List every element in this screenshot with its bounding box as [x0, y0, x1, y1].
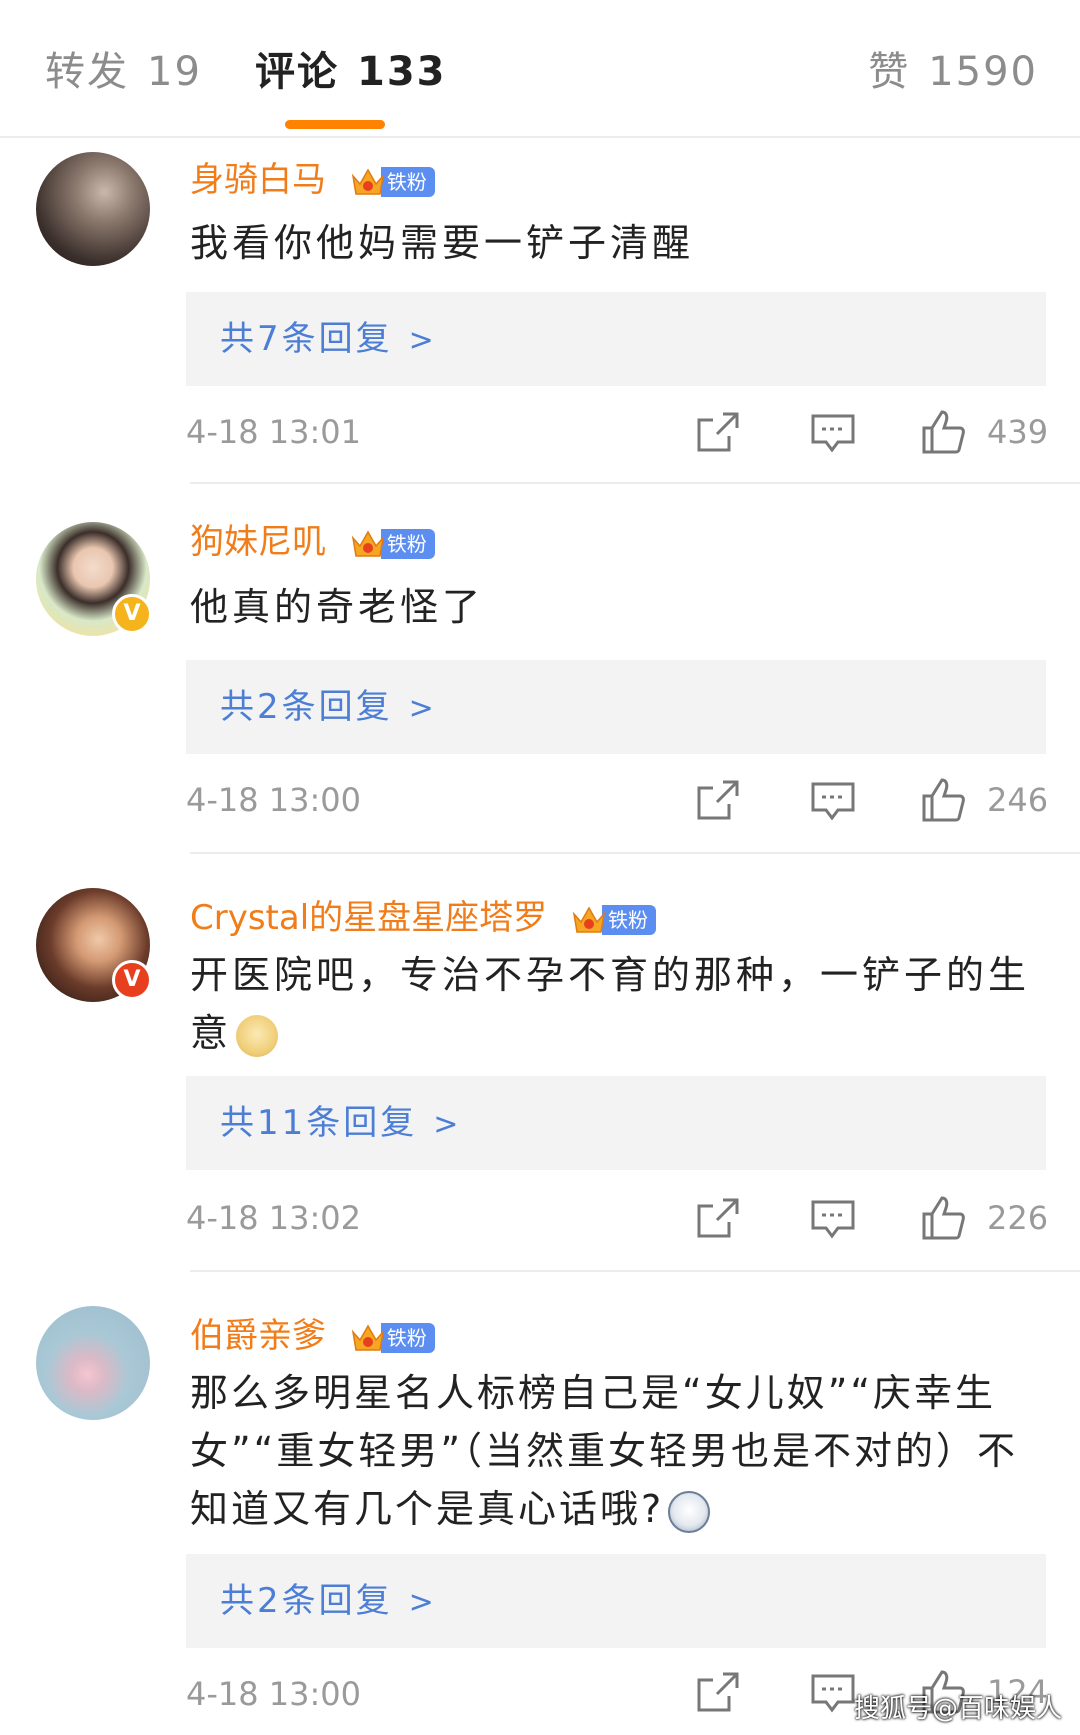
replies-label: 共2条回复	[220, 687, 393, 727]
comment-time: 4-18 13:02	[186, 1199, 362, 1237]
active-tab-indicator	[285, 120, 385, 129]
fan-badge: 铁粉	[349, 165, 435, 199]
tab-repost[interactable]: 转发 19	[45, 42, 202, 102]
verified-badge-icon: V	[112, 594, 152, 634]
view-replies-button[interactable]: 共11条回复 >	[186, 1076, 1046, 1170]
username[interactable]: 身骑白马 铁粉	[190, 156, 435, 204]
tab-repost-label: 转发	[45, 49, 129, 95]
comment-time: 4-18 13:00	[186, 1675, 362, 1713]
username[interactable]: 伯爵亲爹 铁粉	[190, 1312, 435, 1360]
tab-comments-count: 133	[357, 49, 447, 95]
comment-text: 那么多明星名人标榜自己是“女儿奴”“庆幸生女”“重女轻男”（当然重女轻男也是不对…	[190, 1364, 1040, 1538]
avatar[interactable]: V	[36, 888, 152, 1002]
comment-icon[interactable]	[810, 1672, 856, 1716]
tab-comments-label: 评论	[255, 49, 339, 95]
share-icon[interactable]	[695, 1196, 741, 1240]
replies-label: 共11条回复	[220, 1103, 418, 1143]
comment-icon[interactable]	[810, 780, 856, 824]
thumbs-up-icon[interactable]	[920, 1194, 966, 1240]
share-icon[interactable]	[695, 410, 741, 454]
divider	[190, 1270, 1080, 1272]
thumbs-up-icon[interactable]	[920, 776, 966, 822]
fan-badge: 铁粉	[349, 1321, 435, 1355]
fan-badge-label: 铁粉	[601, 904, 656, 935]
username[interactable]: 狗妹尼叽 铁粉	[190, 518, 435, 566]
divider	[190, 482, 1080, 484]
chevron-right-icon: >	[408, 1585, 437, 1620]
comment-icon[interactable]	[810, 1198, 856, 1242]
view-replies-button[interactable]: 共2条回复 >	[186, 660, 1046, 754]
thumbs-up-icon[interactable]	[920, 408, 966, 454]
fan-badge-label: 铁粉	[380, 166, 435, 197]
doge-emoji-icon	[236, 1014, 279, 1057]
like-count: 246	[987, 781, 1049, 819]
comment-icon[interactable]	[810, 412, 856, 456]
avatar[interactable]	[36, 152, 150, 266]
view-replies-button[interactable]: 共2条回复 >	[186, 1554, 1046, 1648]
chevron-right-icon: >	[433, 1107, 462, 1142]
comment-text: 他真的奇老怪了	[190, 585, 485, 629]
avatar[interactable]: V	[36, 522, 152, 636]
tab-likes[interactable]: 赞 1590	[868, 42, 1038, 102]
comment-text: 我看你他妈需要一铲子清醒	[190, 221, 695, 265]
replies-label: 共7条回复	[220, 319, 393, 359]
tab-repost-count: 19	[147, 49, 202, 95]
comment-text: 开医院吧，专治不孕不育的那种，一铲子的生意	[190, 946, 1040, 1062]
username-text: 伯爵亲爹	[190, 1316, 326, 1356]
fan-badge-label: 铁粉	[380, 1322, 435, 1353]
avatar[interactable]	[36, 1306, 150, 1420]
username[interactable]: Crystal的星盘星座塔罗 铁粉	[190, 894, 656, 942]
comment-text-body: 那么多明星名人标榜自己是“女儿奴”“庆幸生女”“重女轻男”（当然重女轻男也是不对…	[190, 1371, 1019, 1531]
tab-likes-count: 1590	[928, 49, 1038, 95]
chevron-right-icon: >	[408, 691, 437, 726]
watermark: 搜狐号@百味娱人	[853, 1694, 1062, 1724]
username-text: Crystal的星盘星座塔罗	[190, 898, 548, 938]
like-count: 226	[987, 1199, 1049, 1237]
fan-badge-label: 铁粉	[380, 528, 435, 559]
view-replies-button[interactable]: 共7条回复 >	[186, 292, 1046, 386]
comment-time: 4-18 13:00	[186, 781, 362, 819]
replies-label: 共2条回复	[220, 1581, 393, 1621]
crown-icon	[349, 164, 387, 200]
share-icon[interactable]	[695, 778, 741, 822]
divider	[190, 852, 1080, 854]
crown-icon	[570, 902, 608, 938]
like-count: 439	[987, 413, 1049, 451]
username-text: 身骑白马	[190, 160, 326, 200]
verified-badge-icon: V	[112, 960, 152, 1000]
fan-badge: 铁粉	[349, 527, 435, 561]
chevron-right-icon: >	[408, 323, 437, 358]
username-text: 狗妹尼叽	[190, 522, 326, 562]
comment-text-body: 开医院吧，专治不孕不育的那种，一铲子的生意	[190, 953, 1031, 1055]
crown-icon	[349, 526, 387, 562]
tab-likes-label: 赞	[868, 49, 911, 95]
comment-time: 4-18 13:01	[186, 413, 362, 451]
fan-badge: 铁粉	[570, 903, 656, 937]
crown-icon	[349, 1320, 387, 1356]
surprised-emoji-icon	[668, 1490, 711, 1533]
tab-bar: 转发 19 评论 133 赞 1590	[0, 0, 1080, 138]
share-icon[interactable]	[695, 1670, 741, 1714]
tab-comments[interactable]: 评论 133	[255, 42, 447, 102]
